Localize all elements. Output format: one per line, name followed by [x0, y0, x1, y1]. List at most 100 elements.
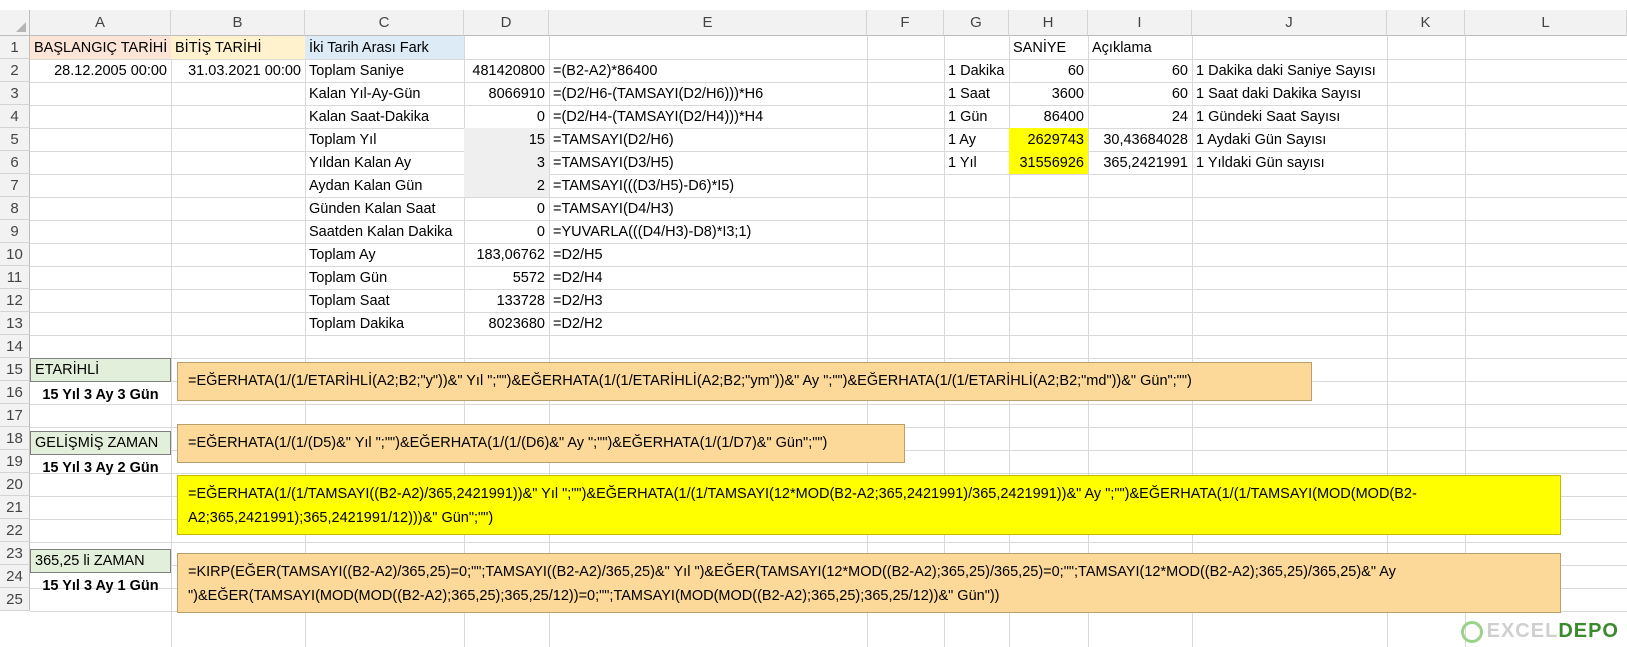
cell-E5[interactable]: =TAMSAYI(D2/H6) — [549, 128, 867, 151]
formula-box-gelismis[interactable]: =EĞERHATA(1/(1/(D5)&" Yıl ";"")&EĞERHATA… — [177, 424, 905, 463]
column-header-G[interactable]: G — [944, 10, 1009, 36]
cell-D8[interactable]: 0 — [464, 197, 549, 220]
cell-D11[interactable]: 5572 — [464, 266, 549, 289]
cell-E9[interactable]: =YUVARLA(((D4/H3)-D8)*I3;1) — [549, 220, 867, 243]
column-header-A[interactable]: A — [30, 10, 171, 36]
row-header-14[interactable]: 14 — [0, 335, 30, 358]
cell-C13[interactable]: Toplam Dakika — [305, 312, 464, 335]
cell-C9[interactable]: Saatden Kalan Dakika — [305, 220, 464, 243]
cell-C11[interactable]: Toplam Gün — [305, 266, 464, 289]
cell-H6[interactable]: 31556926 — [1009, 151, 1088, 174]
cell-C6[interactable]: Yıldan Kalan Ay — [305, 151, 464, 174]
cell-E10[interactable]: =D2/H5 — [549, 243, 867, 266]
row-header-4[interactable]: 4 — [0, 105, 30, 128]
row-header-19[interactable]: 19 — [0, 450, 30, 473]
cell-C12[interactable]: Toplam Saat — [305, 289, 464, 312]
cell-E4[interactable]: =(D2/H4-(TAMSAYI(D2/H4)))*H4 — [549, 105, 867, 128]
cell-I5[interactable]: 30,43684028 — [1088, 128, 1192, 151]
row-header-18[interactable]: 18 — [0, 427, 30, 450]
cell-H3[interactable]: 3600 — [1009, 82, 1088, 105]
row-header-2[interactable]: 2 — [0, 59, 30, 82]
cell-E11[interactable]: =D2/H4 — [549, 266, 867, 289]
column-header-J[interactable]: J — [1192, 10, 1387, 36]
row-header-16[interactable]: 16 — [0, 381, 30, 404]
cell-I2[interactable]: 60 — [1088, 59, 1192, 82]
cell-I1[interactable]: Açıklama — [1088, 36, 1192, 59]
cell-I3[interactable]: 60 — [1088, 82, 1192, 105]
etarihli-label[interactable]: ETARİHLİ — [30, 358, 171, 382]
cell-A24[interactable]: 15 Yıl 3 Ay 1 Gün — [30, 574, 171, 597]
cell-E13[interactable]: =D2/H2 — [549, 312, 867, 335]
cell-J4[interactable]: 1 Gündeki Saat Sayısı — [1192, 105, 1387, 128]
row-header-6[interactable]: 6 — [0, 151, 30, 174]
cell-H5[interactable]: 2629743 — [1009, 128, 1088, 151]
cell-G2[interactable]: 1 Dakika — [944, 59, 1009, 82]
cell-C10[interactable]: Toplam Ay — [305, 243, 464, 266]
cell-D5[interactable]: 15 — [464, 128, 549, 151]
formula-box-tamsayi[interactable]: =EĞERHATA(1/(1/TAMSAYI((B2-A2)/365,24219… — [177, 475, 1561, 535]
cell-B2[interactable]: 31.03.2021 00:00 — [171, 59, 305, 82]
cell-H4[interactable]: 86400 — [1009, 105, 1088, 128]
cell-J3[interactable]: 1 Saat daki Dakika Sayısı — [1192, 82, 1387, 105]
cell-D12[interactable]: 133728 — [464, 289, 549, 312]
cell-D9[interactable]: 0 — [464, 220, 549, 243]
select-all-corner[interactable] — [0, 10, 30, 36]
row-header-5[interactable]: 5 — [0, 128, 30, 151]
cell-H2[interactable]: 60 — [1009, 59, 1088, 82]
cell-E12[interactable]: =D2/H3 — [549, 289, 867, 312]
column-header-C[interactable]: C — [305, 10, 464, 36]
row-header-10[interactable]: 10 — [0, 243, 30, 266]
row-header-22[interactable]: 22 — [0, 519, 30, 542]
cell-G5[interactable]: 1 Ay — [944, 128, 1009, 151]
formula-box-etarihli[interactable]: =EĞERHATA(1/(1/ETARİHLİ(A2;B2;"y"))&" Yı… — [177, 362, 1312, 401]
cell-D7[interactable]: 2 — [464, 174, 549, 197]
column-header-F[interactable]: F — [867, 10, 944, 36]
row-header-11[interactable]: 11 — [0, 266, 30, 289]
cell-C7[interactable]: Aydan Kalan Gün — [305, 174, 464, 197]
row-header-23[interactable]: 23 — [0, 542, 30, 565]
cell-G3[interactable]: 1 Saat — [944, 82, 1009, 105]
cell-I4[interactable]: 24 — [1088, 105, 1192, 128]
row-header-9[interactable]: 9 — [0, 220, 30, 243]
cell-B1[interactable]: BİTİŞ TARİHİ — [171, 36, 305, 59]
cell-D10[interactable]: 183,06762 — [464, 243, 549, 266]
cell-C5[interactable]: Toplam Yıl — [305, 128, 464, 151]
cell-A1[interactable]: BAŞLANGIÇ TARİHİ — [30, 36, 171, 59]
cell-H1[interactable]: SANİYE — [1009, 36, 1088, 59]
cell-D6[interactable]: 3 — [464, 151, 549, 174]
zaman-36525-label[interactable]: 365,25 li ZAMAN — [30, 549, 171, 573]
cell-A16[interactable]: 15 Yıl 3 Ay 3 Gün — [30, 383, 171, 406]
cell-C8[interactable]: Günden Kalan Saat — [305, 197, 464, 220]
cell-D4[interactable]: 0 — [464, 105, 549, 128]
row-header-25[interactable]: 25 — [0, 588, 30, 611]
column-header-L[interactable]: L — [1465, 10, 1627, 36]
cell-J6[interactable]: 1 Yıldaki Gün sayısı — [1192, 151, 1387, 174]
cell-G4[interactable]: 1 Gün — [944, 105, 1009, 128]
cell-E8[interactable]: =TAMSAYI(D4/H3) — [549, 197, 867, 220]
row-header-20[interactable]: 20 — [0, 473, 30, 496]
cell-C4[interactable]: Kalan Saat-Dakika — [305, 105, 464, 128]
cell-A19[interactable]: 15 Yıl 3 Ay 2 Gün — [30, 456, 171, 479]
column-header-I[interactable]: I — [1088, 10, 1192, 36]
row-header-17[interactable]: 17 — [0, 404, 30, 427]
column-header-E[interactable]: E — [549, 10, 867, 36]
row-header-8[interactable]: 8 — [0, 197, 30, 220]
cell-J2[interactable]: 1 Dakika daki Saniye Sayısı — [1192, 59, 1387, 82]
cell-D13[interactable]: 8023680 — [464, 312, 549, 335]
cell-C3[interactable]: Kalan Yıl-Ay-Gün — [305, 82, 464, 105]
cell-A2[interactable]: 28.12.2005 00:00 — [30, 59, 171, 82]
row-header-7[interactable]: 7 — [0, 174, 30, 197]
row-header-24[interactable]: 24 — [0, 565, 30, 588]
column-header-B[interactable]: B — [171, 10, 305, 36]
cell-J5[interactable]: 1 Aydaki Gün Sayısı — [1192, 128, 1387, 151]
cell-E2[interactable]: =(B2-A2)*86400 — [549, 59, 867, 82]
row-header-1[interactable]: 1 — [0, 36, 30, 59]
column-header-K[interactable]: K — [1387, 10, 1465, 36]
cell-C2[interactable]: Toplam Saniye — [305, 59, 464, 82]
cell-E6[interactable]: =TAMSAYI(D3/H5) — [549, 151, 867, 174]
row-header-15[interactable]: 15 — [0, 358, 30, 381]
gelismis-zaman-label[interactable]: GELİŞMİŞ ZAMAN — [30, 431, 171, 455]
row-header-13[interactable]: 13 — [0, 312, 30, 335]
cell-G6[interactable]: 1 Yıl — [944, 151, 1009, 174]
cell-E7[interactable]: =TAMSAYI(((D3/H5)-D6)*I5) — [549, 174, 867, 197]
